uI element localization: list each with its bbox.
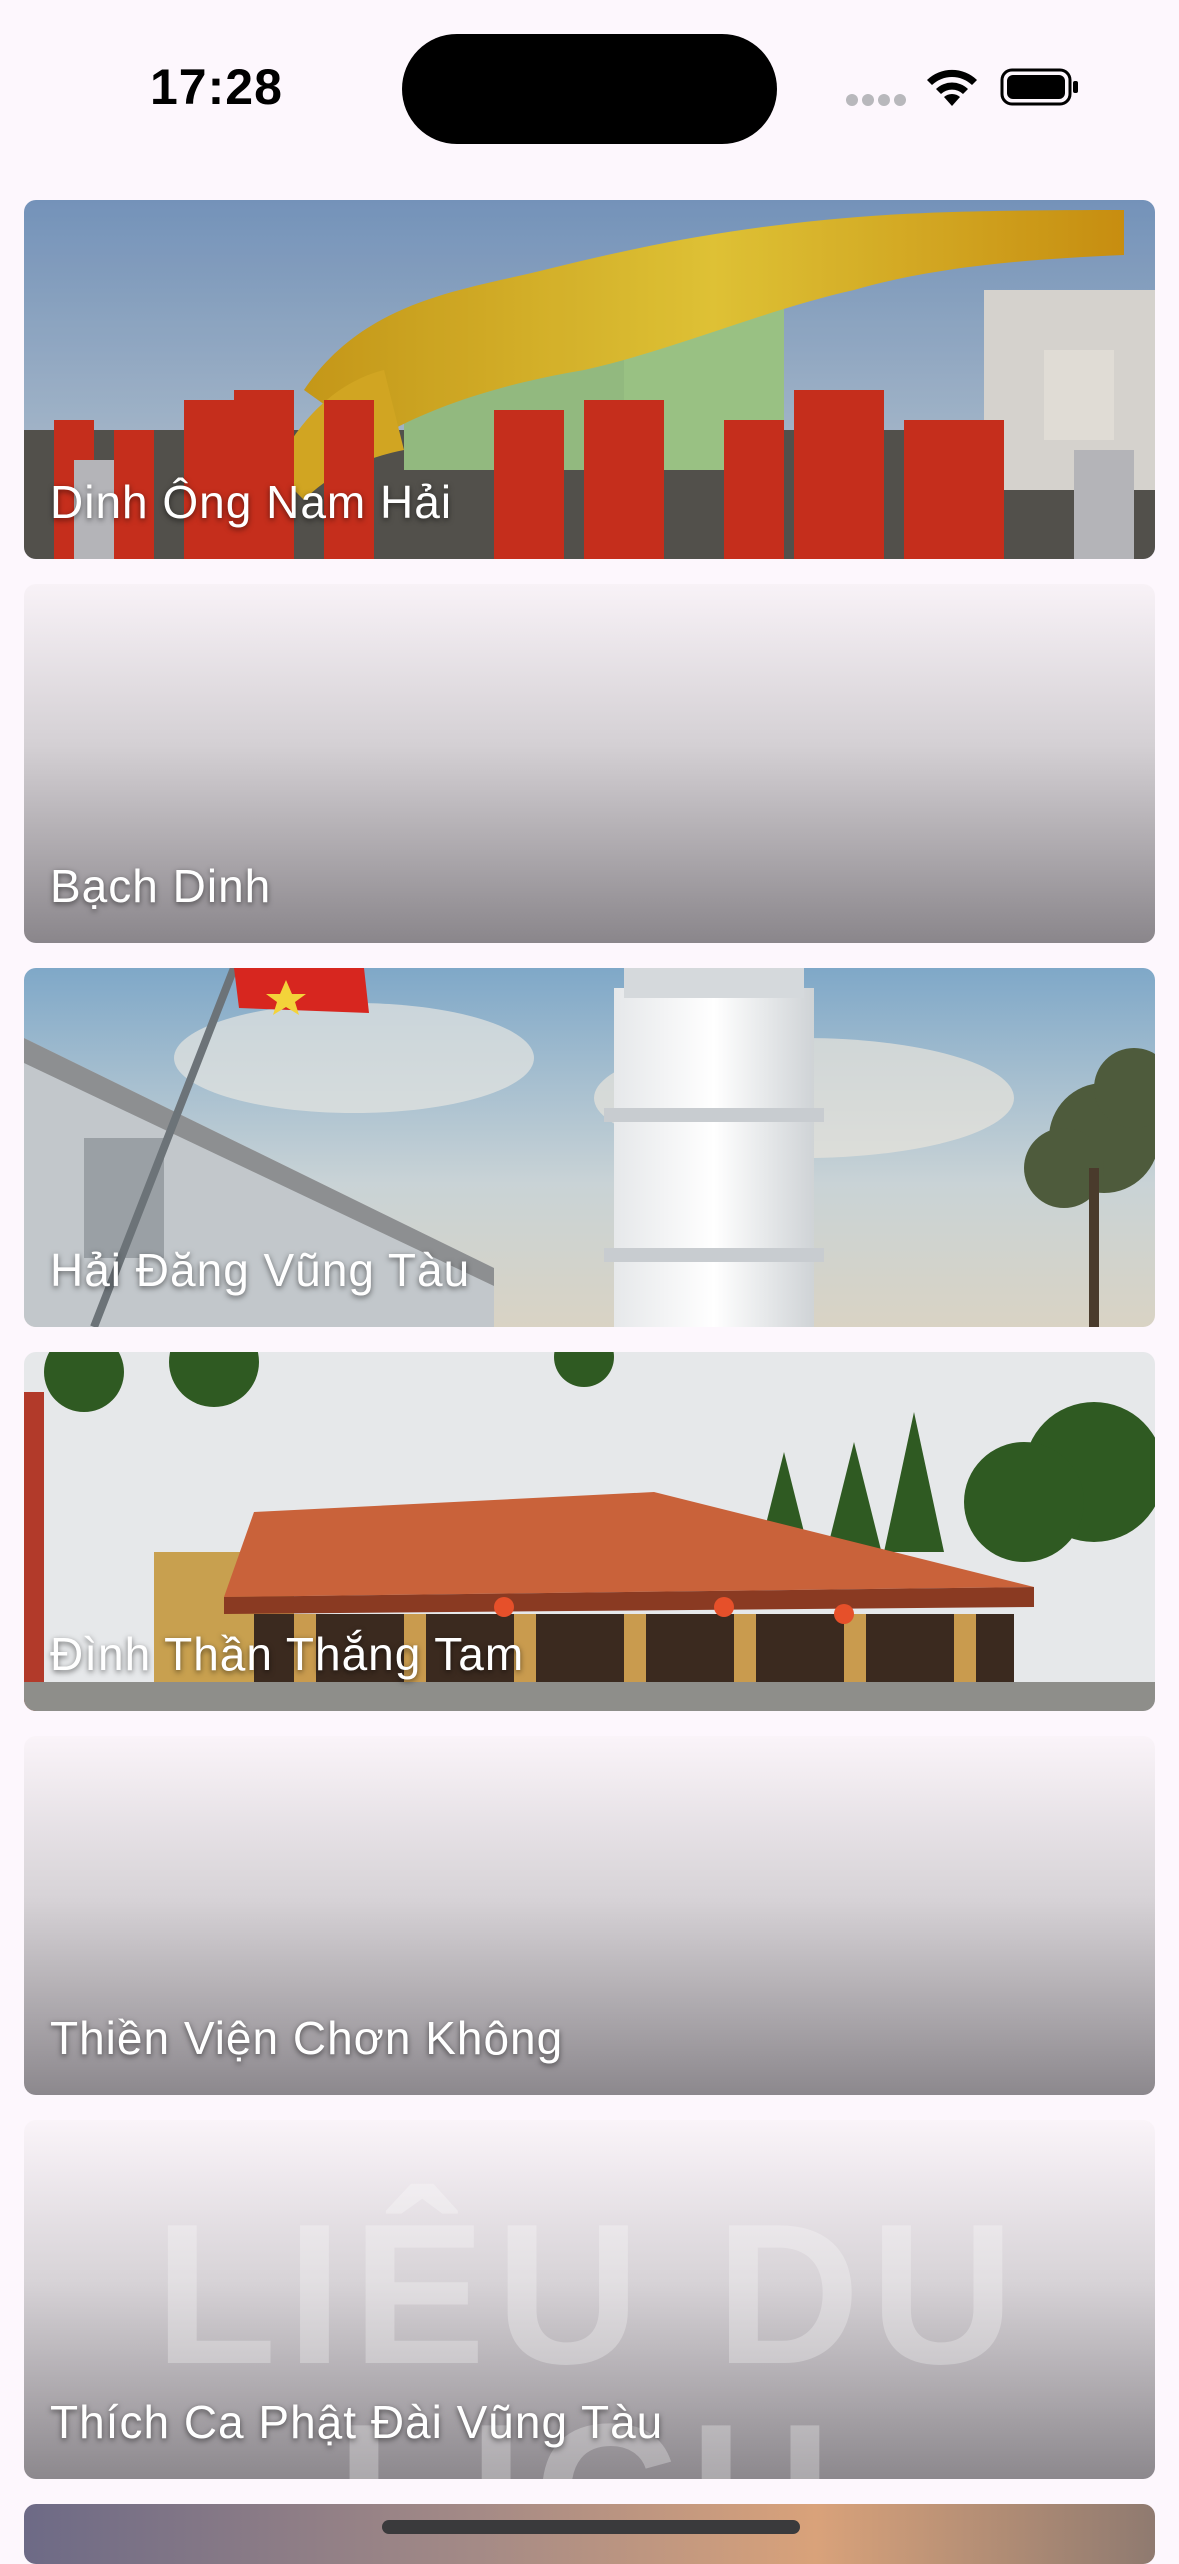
place-card-bach-dinh[interactable]: Bạch Dinh <box>24 584 1155 943</box>
place-card-thich-ca-phat-dai[interactable]: LIÊU DU LỊCH Thích Ca Phật Đài Vũng Tàu <box>24 2120 1155 2479</box>
sunset-image <box>24 2504 1155 2564</box>
place-title: Đình Thần Thắng Tam <box>50 1628 525 1680</box>
place-title: Thiền Viện Chơn Không <box>50 2012 564 2064</box>
place-card-dinh-than-thang-tam[interactable]: Đình Thần Thắng Tam <box>24 1352 1155 1711</box>
place-card-dinh-ong-nam-hai[interactable]: Dinh Ông Nam Hải <box>24 200 1155 559</box>
place-title: Thích Ca Phật Đài Vũng Tàu <box>50 2396 664 2448</box>
place-title: Bạch Dinh <box>50 860 272 912</box>
wifi-icon <box>927 69 977 106</box>
status-time: 17:28 <box>150 59 283 115</box>
place-title: Dinh Ông Nam Hải <box>50 476 453 528</box>
dynamic-island <box>402 34 777 144</box>
status-bar: 17:28 <box>0 0 1179 170</box>
place-card-thien-vien-chon-khong[interactable]: Thiền Viện Chơn Không <box>24 1736 1155 2095</box>
place-card-partial[interactable] <box>24 2504 1155 2564</box>
signal-dots-icon <box>846 94 906 108</box>
battery-icon <box>1000 68 1078 106</box>
home-indicator[interactable] <box>382 2520 800 2534</box>
place-title: Hải Đăng Vũng Tàu <box>50 1244 471 1296</box>
place-card-hai-dang-vung-tau[interactable]: Hải Đăng Vũng Tàu <box>24 968 1155 1327</box>
